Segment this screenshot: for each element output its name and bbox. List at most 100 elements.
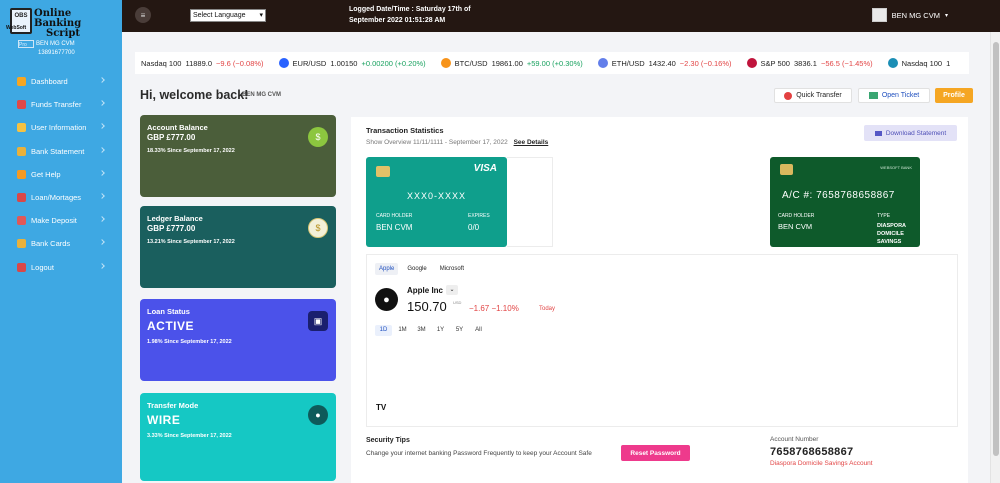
scrollbar-thumb[interactable] xyxy=(993,42,999,456)
language-select[interactable]: Select Language ▾ xyxy=(190,9,266,22)
ticker-item[interactable]: EUR/USD 1.00150 +0.00200 (+0.20%) xyxy=(278,58,426,68)
download-statement-button[interactable]: Download Statement xyxy=(864,125,957,141)
stat-value: ACTIVE xyxy=(147,319,195,333)
range-button-1d[interactable]: 1D xyxy=(375,325,392,336)
user-icon xyxy=(17,123,26,133)
price-currency: USD xyxy=(453,300,461,305)
stock-tab-apple[interactable]: Apple xyxy=(375,263,399,275)
card-type-line1: DIASPORA xyxy=(877,223,907,229)
sidebar-item-bank-statement[interactable]: Bank Statement xyxy=(0,140,122,163)
deposit-icon xyxy=(17,216,26,226)
user-menu[interactable]: BEN MG CVM ▾ xyxy=(871,8,948,22)
money-bag-icon: $ xyxy=(308,127,328,147)
top-user-name: BEN MG CVM xyxy=(891,10,940,20)
stock-tabs: Apple Google Microsoft xyxy=(375,263,473,275)
profile-button[interactable]: Profile xyxy=(935,88,973,103)
price-change: −1.67 −1.10% xyxy=(469,304,519,313)
chevron-right-icon xyxy=(99,123,105,130)
stat-value: GBP £777.00 xyxy=(147,133,196,142)
sidebar-item-make-deposit[interactable]: Make Deposit xyxy=(0,209,122,232)
menu-toggle-icon[interactable]: ≡ xyxy=(135,7,151,23)
sidebar-item-label: Get Help xyxy=(31,169,61,179)
envelope-icon xyxy=(874,130,882,136)
stat-since: 1.98% Since September 17, 2022 xyxy=(147,339,232,345)
symbol-dropdown[interactable]: ⌄ xyxy=(446,285,458,295)
logo-title: Online Banking Script xyxy=(34,9,120,39)
sidebar-item-bank-cards[interactable]: Bank Cards xyxy=(0,232,122,255)
ticker-item[interactable]: Nasdaq 100 1 xyxy=(887,58,955,68)
stat-value: GBP £777.00 xyxy=(147,224,196,233)
card-holder: BEN CVM xyxy=(376,223,413,232)
card-holder: BEN CVM xyxy=(778,222,813,231)
ticker-name: BTC/USD xyxy=(454,58,488,68)
sidebar-item-label: Dashboard xyxy=(31,77,68,87)
ticker-item[interactable]: Nasdaq 100 11889.0 −9.6 (−0.08%) xyxy=(141,59,264,68)
chevron-right-icon xyxy=(99,77,105,83)
coin-bag-icon: $ xyxy=(308,218,328,238)
see-details-link[interactable]: See Details xyxy=(514,139,549,146)
logo-line1: Online Banking xyxy=(34,8,82,29)
card-holder-label: CARD HOLDER xyxy=(778,213,815,219)
range-button-5y[interactable]: 5Y xyxy=(451,325,468,336)
reset-password-button[interactable]: Reset Password xyxy=(621,445,690,461)
ticker-item[interactable]: S&P 500 3836.1 −56.5 (−1.45%) xyxy=(746,58,873,68)
page-scrollbar[interactable] xyxy=(990,32,1000,483)
card-type: DIASPORA DOMICILE SAVINGS xyxy=(877,222,906,246)
sidebar-item-get-help[interactable]: Get Help xyxy=(0,163,122,186)
ticker-item[interactable]: ETH/USD 1432.40 −2.30 (−0.16%) xyxy=(597,58,732,68)
transfer-icon xyxy=(17,100,26,110)
card-number: XXX0-XXXX xyxy=(406,191,467,201)
range-button-1m[interactable]: 1M xyxy=(394,325,411,336)
brand-logo[interactable]: OBS Online Banking Script xyxy=(8,8,120,39)
range-button-all[interactable]: All xyxy=(470,325,487,336)
ticker-price: 1 xyxy=(946,58,951,68)
bank-icon: ▣ xyxy=(308,311,328,331)
tradingview-logo[interactable]: TV xyxy=(376,403,386,412)
user-avatar xyxy=(871,8,887,22)
sidebar-item-label: Logout xyxy=(31,262,54,272)
quick-transfer-button[interactable]: Quick Transfer xyxy=(774,88,852,103)
card-account-number: A/C #: 7658768658867 xyxy=(782,190,895,201)
card-type-line2: DOMICILE xyxy=(877,231,904,237)
range-button-1y[interactable]: 1Y xyxy=(432,325,449,336)
account-type: Diaspora Domicile Savings Account xyxy=(770,460,873,467)
stock-tab-google[interactable]: Google xyxy=(403,263,430,275)
ticker-symbol-icon xyxy=(278,58,289,68)
ticker-price: 11889.0 xyxy=(185,58,213,68)
sidebar-item-loan-mortages[interactable]: Loan/Mortages xyxy=(0,186,122,209)
account-number-value: 7658768658867 xyxy=(770,446,854,458)
card-type-label: TYPE xyxy=(877,213,891,219)
loan-status-card: Loan Status ACTIVE 1.98% Since September… xyxy=(140,299,336,381)
market-ticker: Nasdaq 100 11889.0 −9.6 (−0.08%) EUR/USD 1.0… xyxy=(135,52,969,74)
range-button-3m[interactable]: 3M xyxy=(413,325,430,336)
loan-icon xyxy=(17,193,26,203)
stat-since: 3.33% Since September 17, 2022 xyxy=(147,433,232,439)
user-avatar: Pro xyxy=(18,40,34,48)
transfer-mode-card: Transfer Mode WIRE 3.33% Since September… xyxy=(140,393,336,481)
ticker-symbol-icon xyxy=(887,58,898,68)
stat-since: 13.21% Since September 17, 2022 xyxy=(147,239,235,245)
welcome-user-name: BEN MG CVM xyxy=(242,92,281,98)
sidebar-item-logout[interactable]: Logout xyxy=(0,256,122,279)
bank-card: WEBSOFT BANK A/C #: 7658768658867 CARD H… xyxy=(770,157,920,247)
sidebar-user-id: 13891677700 xyxy=(38,50,75,56)
ticker-symbol-icon xyxy=(597,58,608,68)
stock-tab-microsoft[interactable]: Microsoft xyxy=(436,263,468,275)
ticker-price: 1432.40 xyxy=(648,58,676,68)
transfer-icon xyxy=(784,91,793,100)
chip-icon xyxy=(376,166,390,177)
account-number-label: Account Number xyxy=(770,436,819,443)
language-select-label: Select Language xyxy=(193,12,246,19)
sidebar: OBS Online Banking Script WebSoft Pro BEN… xyxy=(0,0,122,483)
sidebar-item-user-information[interactable]: User Information xyxy=(0,116,122,139)
ticker-item[interactable]: BTC/USD 19861.00 +59.00 (+0.30%) xyxy=(440,58,583,68)
sidebar-item-funds-transfer[interactable]: Funds Transfer xyxy=(0,93,122,116)
chip-icon xyxy=(780,164,793,175)
open-ticket-button[interactable]: Open Ticket xyxy=(858,88,930,103)
sidebar-item-label: Loan/Mortages xyxy=(31,193,82,203)
overview-range: Show Overview 11/11/1111 - September 17,… xyxy=(366,139,508,146)
apple-logo-icon: ● xyxy=(375,288,398,311)
statement-icon xyxy=(17,146,26,156)
sidebar-item-dashboard[interactable]: Dashboard xyxy=(0,70,122,93)
stock-price: 150.70 xyxy=(407,299,447,314)
